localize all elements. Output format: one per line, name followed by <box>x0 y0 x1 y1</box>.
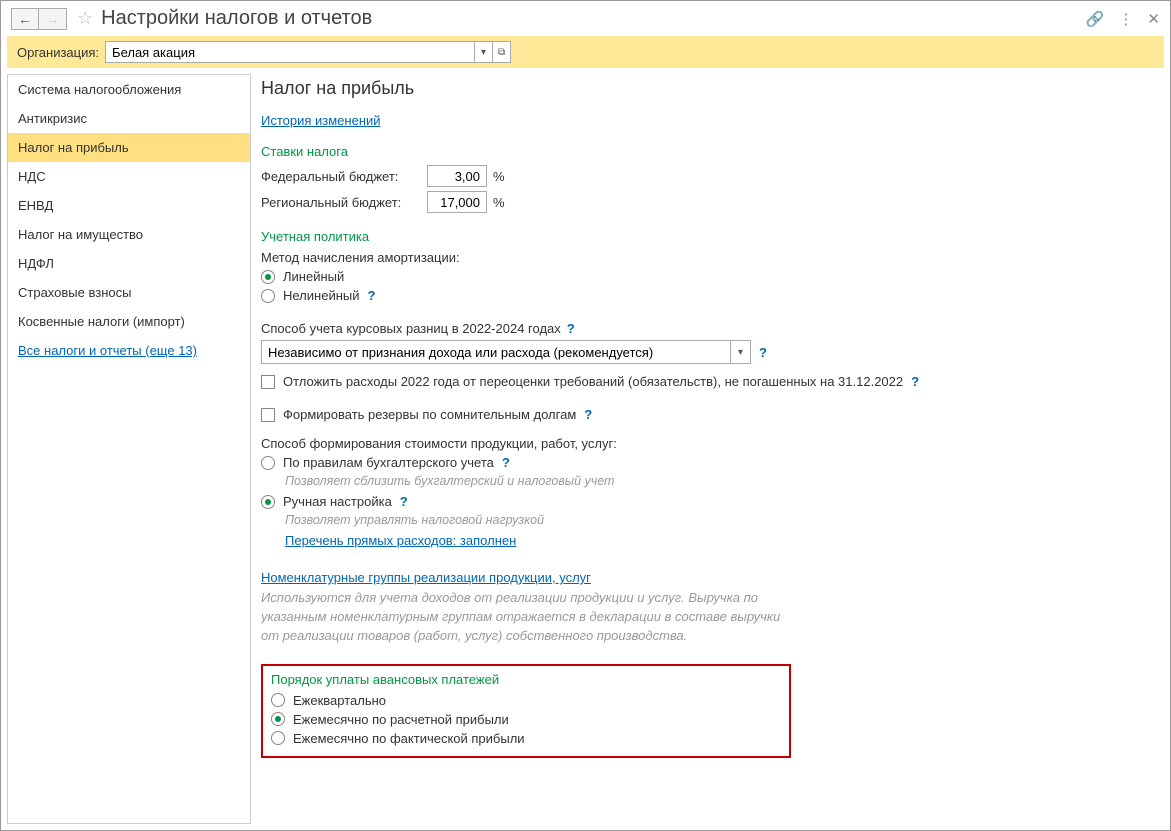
sidebar-item-profit-tax[interactable]: Налог на прибыль <box>8 133 250 162</box>
federal-input[interactable] <box>427 165 487 187</box>
help-icon[interactable]: ? <box>567 321 575 336</box>
sidebar-item-property-tax[interactable]: Налог на имущество <box>8 220 250 249</box>
fx-label: Способ учета курсовых разниц в 2022-2024… <box>261 321 561 336</box>
radio-monthly-estimated[interactable] <box>271 712 285 726</box>
percent-sign: % <box>493 195 505 210</box>
link-icon[interactable]: 🔗 <box>1086 10 1105 28</box>
help-icon[interactable]: ? <box>400 494 408 509</box>
help-icon[interactable]: ? <box>759 345 767 360</box>
help-icon[interactable]: ? <box>584 407 592 422</box>
content: Налог на прибыль История изменений Ставк… <box>261 74 1164 824</box>
fx-select[interactable] <box>261 340 731 364</box>
star-icon[interactable]: ☆ <box>77 8 93 29</box>
org-input[interactable] <box>105 41 475 63</box>
reserves-checkbox[interactable] <box>261 408 275 422</box>
content-heading: Налог на прибыль <box>261 78 1164 99</box>
help-icon[interactable]: ? <box>502 455 510 470</box>
advance-title: Порядок уплаты авансовых платежей <box>271 672 781 687</box>
defer-checkbox[interactable] <box>261 375 275 389</box>
radio-nonlinear[interactable] <box>261 289 275 303</box>
cost-opt1-hint: Позволяет сблизить бухгалтерский и налог… <box>285 474 1164 488</box>
window: ← → ☆ Настройки налогов и отчетов 🔗 ⋮ ✕ … <box>0 0 1171 831</box>
titlebar: ← → ☆ Настройки налогов и отчетов 🔗 ⋮ ✕ <box>1 1 1170 36</box>
close-icon[interactable]: ✕ <box>1147 10 1160 28</box>
radio-quarterly[interactable] <box>271 693 285 707</box>
cost-opt2-label: Ручная настройка <box>283 494 392 509</box>
cost-label: Способ формирования стоимости продукции,… <box>261 436 1164 451</box>
direct-costs-link[interactable]: Перечень прямых расходов: заполнен <box>285 533 516 548</box>
regional-input[interactable] <box>427 191 487 213</box>
sidebar-item-ndfl[interactable]: НДФЛ <box>8 249 250 278</box>
sidebar-item-insurance[interactable]: Страховые взносы <box>8 278 250 307</box>
radio-accounting-rules[interactable] <box>261 456 275 470</box>
advance-opt2-label: Ежемесячно по расчетной прибыли <box>293 712 509 727</box>
radio-manual[interactable] <box>261 495 275 509</box>
sidebar-item-envd[interactable]: ЕНВД <box>8 191 250 220</box>
cost-opt1-label: По правилам бухгалтерского учета <box>283 455 494 470</box>
defer-label: Отложить расходы 2022 года от переоценки… <box>283 374 903 389</box>
more-icon[interactable]: ⋮ <box>1118 10 1133 28</box>
history-link[interactable]: История изменений <box>261 113 381 128</box>
sidebar-item-tax-system[interactable]: Система налогообложения <box>8 75 250 104</box>
advance-opt1-label: Ежеквартально <box>293 693 386 708</box>
sidebar-item-anticrisis[interactable]: Антикризис <box>8 104 250 133</box>
org-label: Организация: <box>17 45 99 60</box>
sidebar: Система налогообложения Антикризис Налог… <box>7 74 251 824</box>
rates-title: Ставки налога <box>261 144 1164 159</box>
advance-payments-box: Порядок уплаты авансовых платежей Ежеква… <box>261 664 791 758</box>
regional-label: Региональный бюджет: <box>261 195 421 210</box>
nomenclature-desc: Используются для учета доходов от реализ… <box>261 589 781 646</box>
amort-label: Метод начисления амортизации: <box>261 250 1164 265</box>
help-icon[interactable]: ? <box>368 288 376 303</box>
page-title: Настройки налогов и отчетов <box>101 7 1086 30</box>
sidebar-item-indirect[interactable]: Косвенные налоги (импорт) <box>8 307 250 336</box>
sidebar-all-link[interactable]: Все налоги и отчеты (еще 13) <box>8 336 250 365</box>
reserves-label: Формировать резервы по сомнительным долг… <box>283 407 576 422</box>
org-dropdown-button[interactable]: ▾ <box>475 41 493 63</box>
federal-label: Федеральный бюджет: <box>261 169 421 184</box>
back-button[interactable]: ← <box>11 8 39 30</box>
policy-title: Учетная политика <box>261 229 1164 244</box>
forward-button[interactable]: → <box>39 8 67 30</box>
sidebar-item-vat[interactable]: НДС <box>8 162 250 191</box>
percent-sign: % <box>493 169 505 184</box>
radio-nonlinear-label: Нелинейный <box>283 288 360 303</box>
fx-dropdown-button[interactable]: ▾ <box>731 340 751 364</box>
org-bar: Организация: ▾ ⧉ <box>7 36 1164 68</box>
radio-linear-label: Линейный <box>283 269 344 284</box>
cost-opt2-hint: Позволяет управлять налоговой нагрузкой <box>285 513 1164 527</box>
radio-linear[interactable] <box>261 270 275 284</box>
org-open-button[interactable]: ⧉ <box>493 41 511 63</box>
advance-opt3-label: Ежемесячно по фактической прибыли <box>293 731 525 746</box>
help-icon[interactable]: ? <box>911 374 919 389</box>
nomenclature-link[interactable]: Номенклатурные группы реализации продукц… <box>261 570 591 585</box>
radio-monthly-actual[interactable] <box>271 731 285 745</box>
